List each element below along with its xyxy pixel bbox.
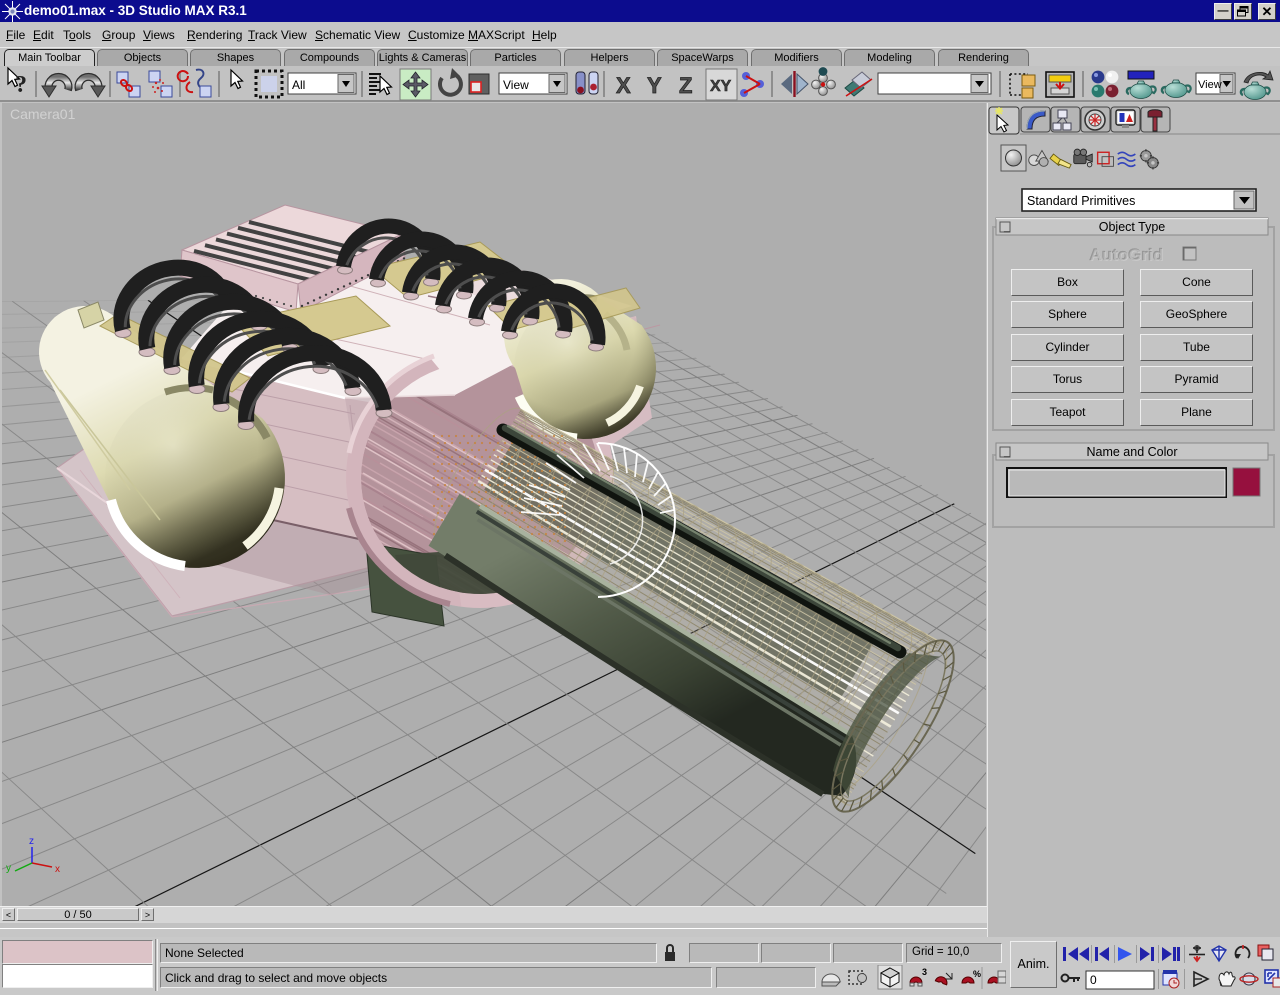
svg-text:AutoGrid: AutoGrid <box>1090 246 1164 265</box>
svg-text:Y: Y <box>647 73 662 98</box>
svg-text:z: z <box>29 836 34 847</box>
svg-text:%: % <box>973 969 981 979</box>
svg-text:_: _ <box>1003 447 1010 458</box>
svg-text:_: _ <box>1003 222 1010 233</box>
svg-text:Object Type: Object Type <box>1099 220 1166 234</box>
svg-text:0: 0 <box>1090 973 1097 987</box>
svg-text:X: X <box>616 73 631 98</box>
svg-text:Name and Color: Name and Color <box>1086 445 1177 459</box>
svg-text:View: View <box>503 78 529 92</box>
svg-text:Camera01: Camera01 <box>10 106 76 122</box>
svg-text:Z: Z <box>679 73 692 98</box>
svg-text:y: y <box>6 863 11 874</box>
svg-text:?: ? <box>15 72 27 98</box>
svg-text:x: x <box>55 864 60 875</box>
svg-text:3: 3 <box>922 967 927 977</box>
svg-text:XY: XY <box>710 78 732 95</box>
svg-text:View: View <box>1198 79 1222 91</box>
svg-text:All: All <box>292 78 305 92</box>
svg-text:Standard Primitives: Standard Primitives <box>1027 194 1135 208</box>
